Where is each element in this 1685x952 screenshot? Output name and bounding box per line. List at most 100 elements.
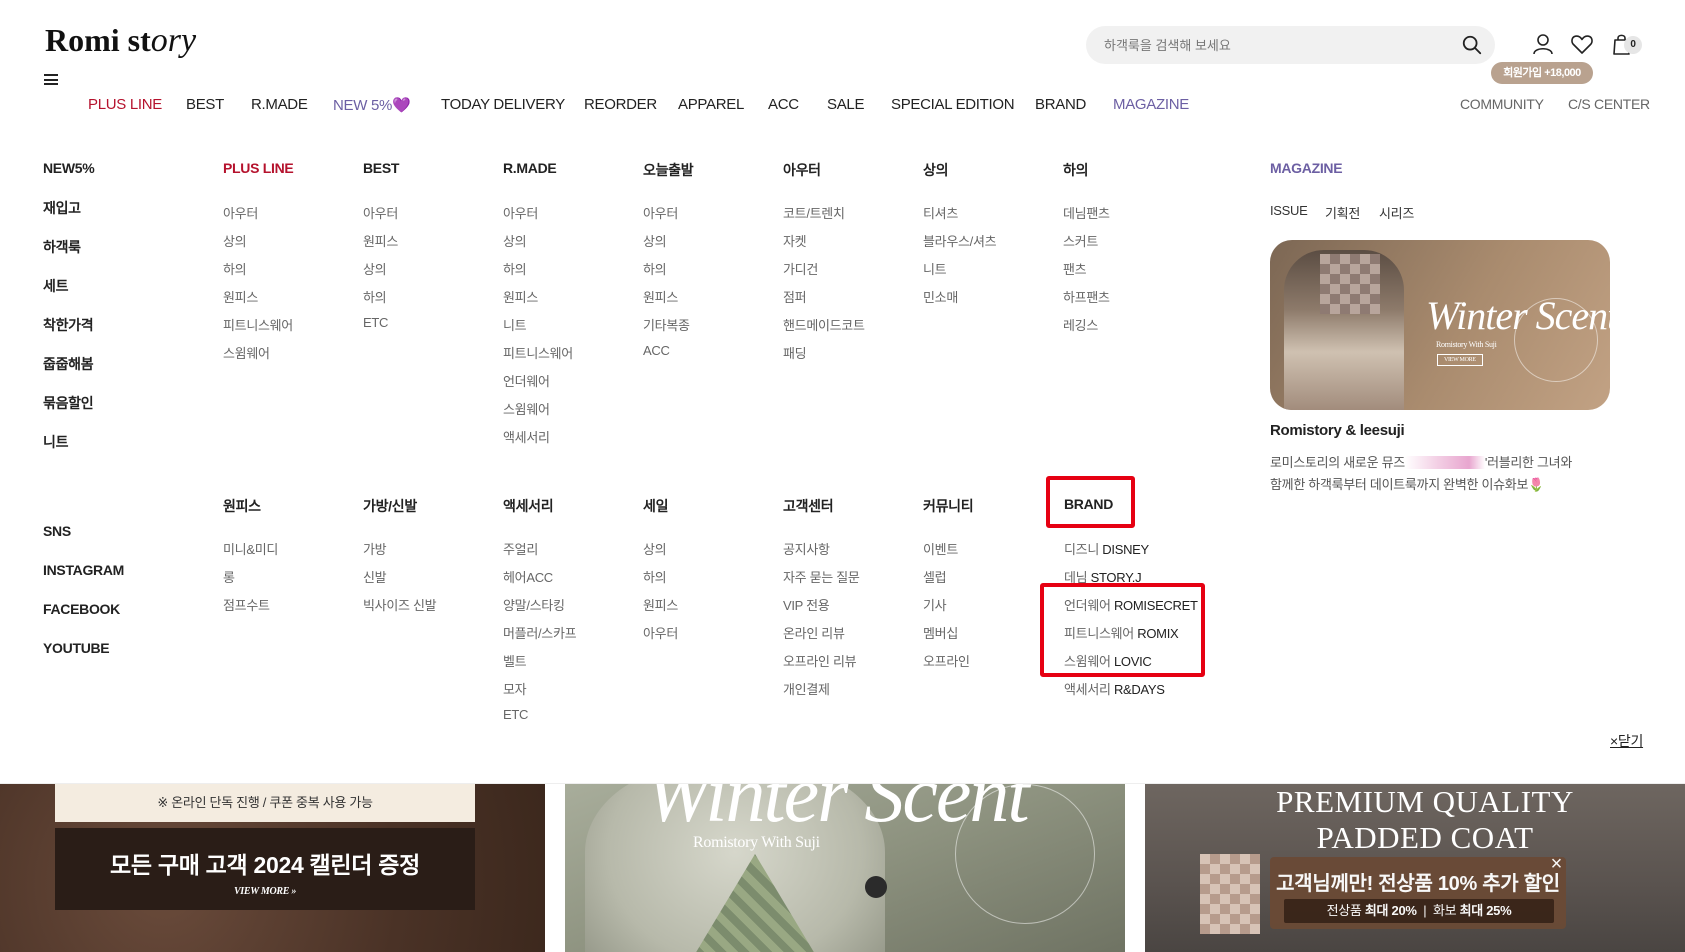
col-head-accessories[interactable]: 액세서리: [503, 496, 554, 516]
submenu-item[interactable]: 아우터: [223, 203, 258, 222]
submenu-item[interactable]: 티셔츠: [923, 203, 958, 222]
submenu-item[interactable]: 헤어ACC: [503, 567, 553, 586]
nav-magazine[interactable]: MAGAZINE: [1113, 96, 1189, 113]
submenu-item[interactable]: 셀럽: [923, 567, 947, 586]
col-head-today-delivery[interactable]: 오늘출발: [643, 160, 694, 180]
submenu-item[interactable]: 니트: [503, 315, 527, 334]
nav-new5[interactable]: NEW 5%💜: [333, 96, 411, 114]
submenu-item[interactable]: 상의: [223, 231, 247, 250]
submenu-item[interactable]: 원피스: [643, 595, 678, 614]
col-head-dress[interactable]: 원피스: [223, 496, 261, 516]
submenu-item[interactable]: 원피스: [223, 287, 258, 306]
submenu-item[interactable]: 언더웨어: [503, 371, 550, 390]
submenu-item[interactable]: 민소매: [923, 287, 958, 306]
nav-apparel[interactable]: APPAREL: [678, 96, 744, 113]
submenu-item[interactable]: 블라우스/셔츠: [923, 231, 997, 250]
discount-popup[interactable]: 고객님께만! 전상품 10% 추가 할인 전상품 최대 20% | 화보 최대 …: [1270, 853, 1566, 929]
user-icon[interactable]: [1531, 32, 1555, 56]
submenu-item[interactable]: 피트니스웨어: [223, 315, 293, 334]
left-menu-item[interactable]: 재입고: [43, 198, 81, 218]
search-input[interactable]: [1104, 37, 1461, 53]
left-menu-item[interactable]: 하객룩: [43, 237, 81, 257]
submenu-item[interactable]: 스윔웨어: [503, 399, 550, 418]
submenu-item[interactable]: 이벤트: [923, 539, 958, 558]
submenu-item[interactable]: 스윔웨어: [223, 343, 270, 362]
submenu-item[interactable]: 하프팬츠: [1063, 287, 1110, 306]
submenu-item[interactable]: 양말/스타킹: [503, 595, 565, 614]
submenu-item[interactable]: 온라인 리뷰: [783, 623, 845, 642]
calendar-event-banner[interactable]: ※ 온라인 단독 진행 / 쿠폰 중복 사용 가능 모든 구매 고객 2024 …: [0, 784, 545, 952]
col-head-bottom[interactable]: 하의: [1063, 160, 1088, 180]
submenu-item[interactable]: 빅사이즈 신발: [363, 595, 437, 614]
nav-rmade[interactable]: R.MADE: [251, 96, 308, 113]
submenu-item[interactable]: 가디건: [783, 259, 818, 278]
submenu-item[interactable]: 레깅스: [1063, 315, 1098, 334]
submenu-item[interactable]: 점퍼: [783, 287, 807, 306]
submenu-item[interactable]: 자켓: [783, 231, 807, 250]
site-logo[interactable]: Romi story: [45, 22, 196, 60]
submenu-item[interactable]: 하의: [643, 567, 667, 586]
submenu-item[interactable]: ETC: [363, 315, 388, 330]
nav-acc[interactable]: ACC: [768, 96, 799, 113]
submenu-item[interactable]: 멤버십: [923, 623, 958, 642]
heart-icon[interactable]: [1570, 32, 1594, 56]
submenu-item[interactable]: 머플러/스카프: [503, 623, 577, 642]
submenu-item[interactable]: 미니&미디: [223, 539, 278, 558]
join-reward-badge[interactable]: 회원가입 +18,000: [1491, 62, 1593, 84]
col-head-brand[interactable]: BRAND: [1064, 496, 1113, 512]
social-sns[interactable]: SNS: [43, 523, 71, 539]
submenu-item[interactable]: 하의: [503, 259, 527, 278]
magazine-title[interactable]: Romistory & leesuji: [1270, 422, 1405, 439]
brand-item-disney[interactable]: 디즈니 DISNEY: [1064, 539, 1149, 558]
submenu-item[interactable]: 팬츠: [1063, 259, 1087, 278]
submenu-item[interactable]: 하의: [223, 259, 247, 278]
brand-item-romisecret[interactable]: 언더웨어 ROMISECRET: [1064, 595, 1198, 614]
submenu-item[interactable]: 롱: [223, 567, 235, 586]
submenu-item[interactable]: 액세서리: [503, 427, 550, 446]
col-head-outer[interactable]: 아우터: [783, 160, 821, 180]
social-youtube[interactable]: YOUTUBE: [43, 640, 110, 656]
magazine-tag-special[interactable]: 기획전: [1325, 203, 1360, 222]
close-menu-button[interactable]: ×닫기: [1610, 731, 1643, 751]
col-head-best[interactable]: BEST: [363, 160, 399, 176]
col-head-rmade[interactable]: R.MADE: [503, 160, 557, 176]
search-icon[interactable]: [1461, 34, 1483, 56]
brand-item-romix[interactable]: 피트니스웨어 ROMIX: [1064, 623, 1179, 642]
brand-item-lovic[interactable]: 스윔웨어 LOVIC: [1064, 651, 1152, 670]
submenu-item[interactable]: 원피스: [643, 287, 678, 306]
submenu-item[interactable]: 피트니스웨어: [503, 343, 573, 362]
submenu-item[interactable]: 핸드메이드코트: [783, 315, 865, 334]
submenu-item[interactable]: 아우터: [363, 203, 398, 222]
submenu-item[interactable]: 원피스: [503, 287, 538, 306]
col-head-top[interactable]: 상의: [923, 160, 948, 180]
hamburger-menu-icon[interactable]: [44, 74, 58, 85]
submenu-item[interactable]: 오프라인: [923, 651, 970, 670]
submenu-item[interactable]: 개인결제: [783, 679, 830, 698]
submenu-item[interactable]: 상의: [503, 231, 527, 250]
social-instagram[interactable]: INSTAGRAM: [43, 562, 124, 578]
nav-today-delivery[interactable]: TODAY DELIVERY: [441, 96, 565, 113]
col-head-magazine[interactable]: MAGAZINE: [1270, 160, 1343, 176]
submenu-item[interactable]: 패딩: [783, 343, 807, 362]
nav-community[interactable]: COMMUNITY: [1460, 96, 1544, 112]
magazine-banner[interactable]: Winter Scent Romistory With Suji VIEW MO…: [1270, 240, 1610, 410]
submenu-item[interactable]: 주얼리: [503, 539, 538, 558]
winter-scent-banner[interactable]: Winter Scent Romistory With Suji: [565, 784, 1125, 952]
submenu-item[interactable]: 벨트: [503, 651, 527, 670]
nav-cs-center[interactable]: C/S CENTER: [1568, 96, 1650, 112]
submenu-item[interactable]: 하의: [363, 287, 387, 306]
nav-brand[interactable]: BRAND: [1035, 96, 1086, 113]
col-head-customer-center[interactable]: 고객센터: [783, 496, 834, 516]
submenu-item[interactable]: 데님팬츠: [1063, 203, 1110, 222]
submenu-item[interactable]: 기타복종: [643, 315, 690, 334]
col-head-community[interactable]: 커뮤니티: [923, 496, 974, 516]
submenu-item[interactable]: 상의: [363, 259, 387, 278]
submenu-item[interactable]: 상의: [643, 539, 667, 558]
submenu-item[interactable]: ACC: [643, 343, 670, 358]
col-head-plus-line[interactable]: PLUS LINE: [223, 160, 294, 176]
submenu-item[interactable]: 모자: [503, 679, 527, 698]
submenu-item[interactable]: 공지사항: [783, 539, 830, 558]
magazine-tag-issue[interactable]: ISSUE: [1270, 203, 1308, 218]
nav-sale[interactable]: SALE: [827, 96, 864, 113]
submenu-item[interactable]: 상의: [643, 231, 667, 250]
